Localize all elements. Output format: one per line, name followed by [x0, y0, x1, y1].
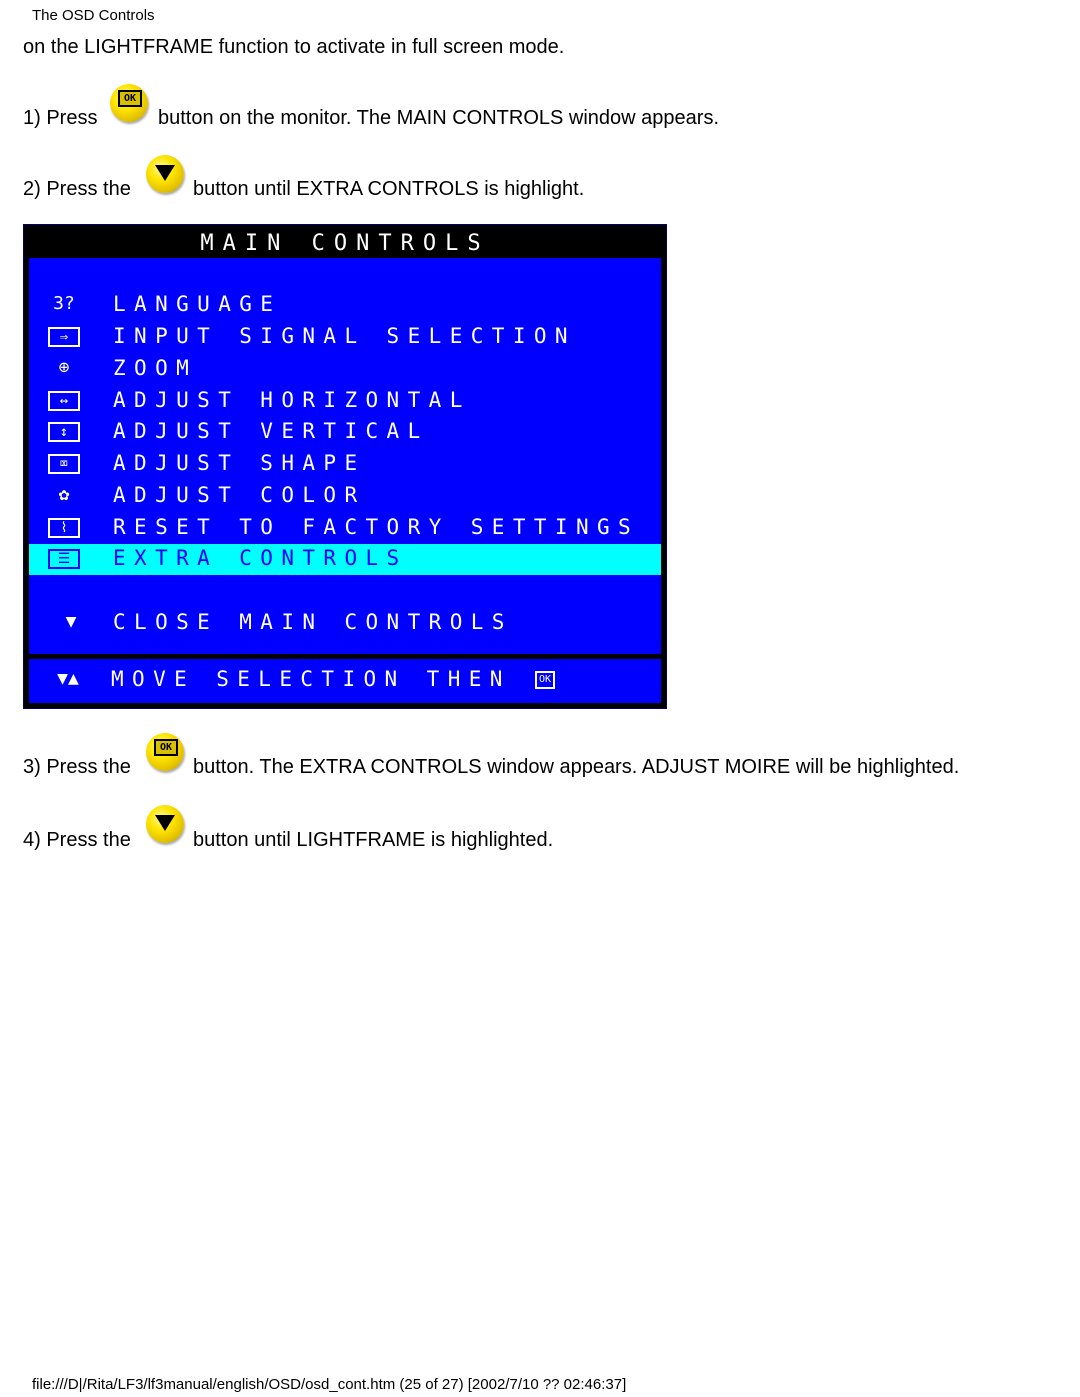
ok-glyph: OK [154, 739, 178, 756]
osd-item-adjust-horizontal[interactable]: ↔ ADJUST HORIZONTAL [29, 386, 661, 417]
osd-item-label: ADJUST VERTICAL [113, 419, 429, 443]
zoom-icon: ⊕ [58, 357, 70, 378]
vertical-icon: ↕ [47, 420, 81, 442]
osd-item-label: ADJUST COLOR [113, 483, 366, 507]
ok-icon: OK [534, 668, 556, 690]
osd-item-zoom[interactable]: ⊕ ZOOM [29, 354, 661, 385]
osd-item-extra-controls[interactable]: ☰ EXTRA CONTROLS [29, 544, 661, 575]
osd-hint: ▼▲ MOVE SELECTION THEN OK [29, 665, 661, 696]
osd-item-label: INPUT SIGNAL SELECTION [113, 324, 576, 348]
osd-main-controls-window: MAIN CONTROLS 3? LANGUAGE ⇒ INPUT SIGNAL… [23, 224, 667, 709]
step-2-prefix: 2) Press the [23, 178, 131, 200]
horizontal-icon: ↔ [47, 389, 81, 411]
down-button-icon [146, 805, 184, 843]
osd-hint-label: MOVE SELECTION THEN [111, 667, 511, 691]
osd-item-reset-factory[interactable]: ⌇ RESET TO FACTORY SETTINGS [29, 513, 661, 544]
osd-item-label: EXTRA CONTROLS [113, 546, 408, 570]
osd-item-label: ADJUST SHAPE [113, 451, 366, 475]
osd-hint-bar: ▼▲ MOVE SELECTION THEN OK [29, 659, 661, 703]
osd-item-label: ADJUST HORIZONTAL [113, 388, 471, 412]
ok-button-icon: OK [110, 84, 148, 122]
ok-button-icon: OK [146, 733, 184, 771]
osd-item-label: LANGUAGE [113, 292, 282, 316]
step-1-prefix: 1) Press [23, 107, 98, 129]
color-palette-icon: ✿ [58, 484, 70, 505]
down-circle-icon: ▼ [65, 611, 77, 632]
step-2-text: button until EXTRA CONTROLS is highlight… [193, 178, 585, 200]
page-footer-path: file:///D|/Rita/LF3/lf3manual/english/OS… [32, 1376, 627, 1393]
osd-menu-body: 3? LANGUAGE ⇒ INPUT SIGNAL SELECTION ⊕ Z… [29, 258, 661, 654]
down-up-arrows-icon: ▼▲ [57, 668, 79, 689]
down-button-icon [146, 155, 184, 193]
step-1-text: button on the monitor. The MAIN CONTROLS… [158, 107, 720, 129]
osd-item-close-main-controls[interactable]: ▼ CLOSE MAIN CONTROLS [29, 608, 661, 639]
language-icon: 3? [53, 293, 75, 314]
shape-icon: ⌧ [47, 452, 81, 474]
ok-glyph: OK [118, 90, 142, 107]
osd-item-label: CLOSE MAIN CONTROLS [113, 610, 513, 634]
osd-item-label: RESET TO FACTORY SETTINGS [113, 515, 640, 539]
osd-item-adjust-shape[interactable]: ⌧ ADJUST SHAPE [29, 449, 661, 480]
osd-item-label: ZOOM [113, 356, 198, 380]
osd-title: MAIN CONTROLS [200, 231, 490, 256]
step-3-text: button. The EXTRA CONTROLS window appear… [193, 756, 960, 778]
osd-item-adjust-color[interactable]: ✿ ADJUST COLOR [29, 481, 661, 512]
factory-icon: ⌇ [47, 516, 81, 538]
step-4-text: button until LIGHTFRAME is highlighted. [193, 829, 554, 851]
step-4-prefix: 4) Press the [23, 829, 131, 851]
intro-text: on the LIGHTFRAME function to activate i… [23, 36, 565, 58]
step-3-prefix: 3) Press the [23, 756, 131, 778]
page-header-title: The OSD Controls [32, 7, 155, 24]
osd-item-adjust-vertical[interactable]: ↕ ADJUST VERTICAL [29, 417, 661, 448]
osd-item-language[interactable]: 3? LANGUAGE [29, 290, 661, 321]
osd-item-input-signal-selection[interactable]: ⇒ INPUT SIGNAL SELECTION [29, 322, 661, 353]
extra-controls-icon: ☰ [47, 547, 81, 569]
input-signal-icon: ⇒ [47, 325, 81, 347]
